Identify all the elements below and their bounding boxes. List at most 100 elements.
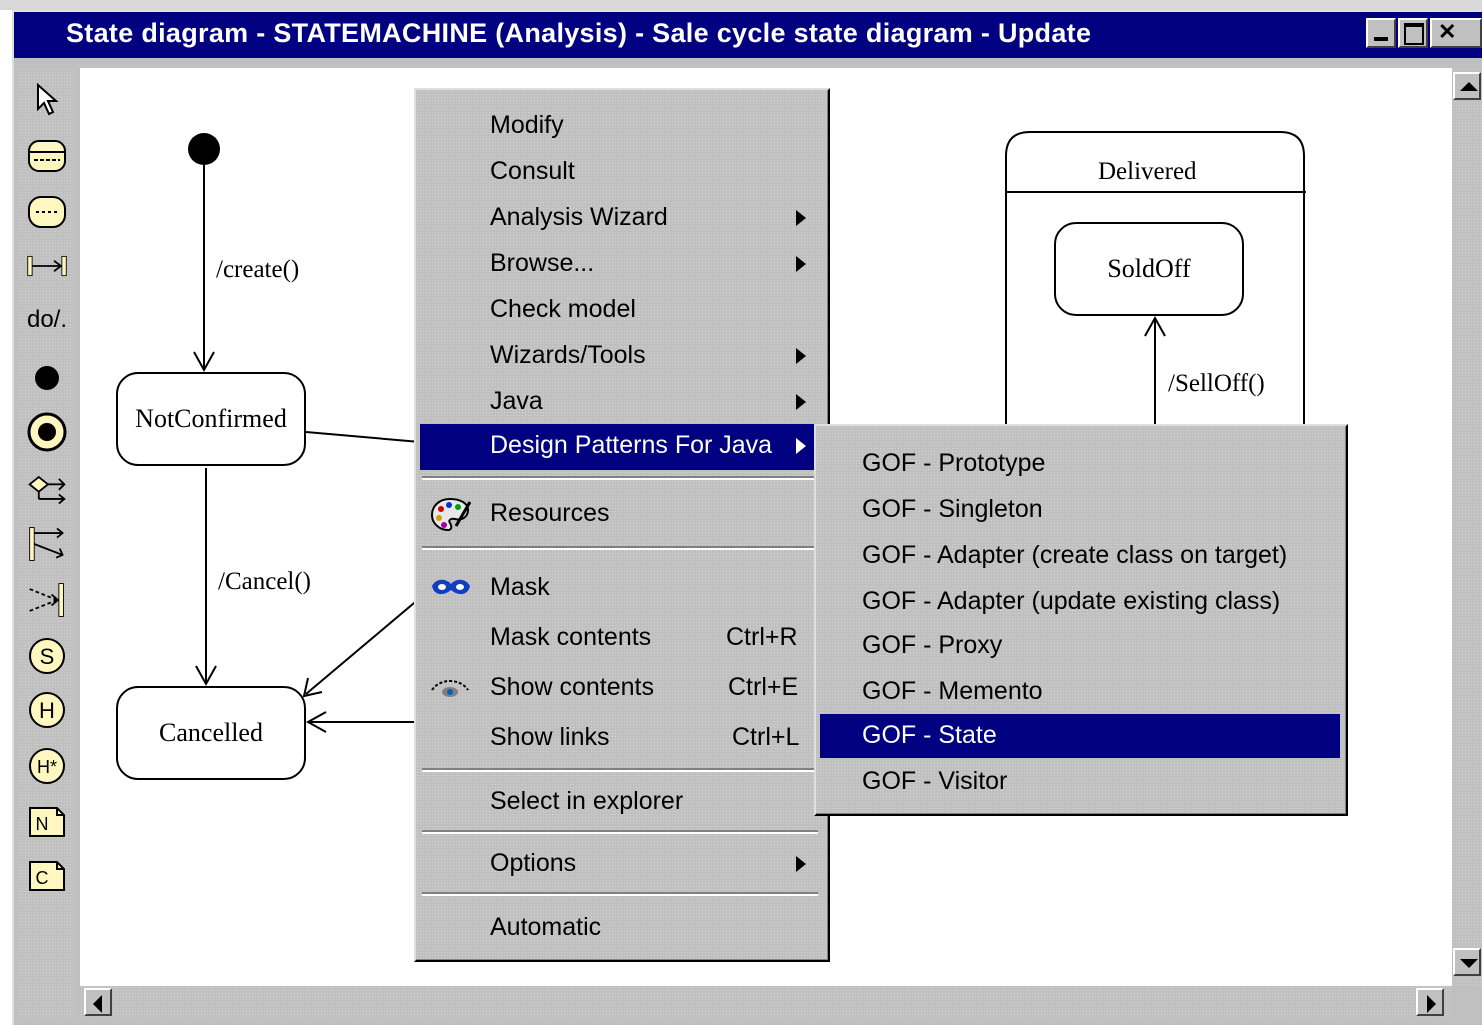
menu-item-label: Show contents (490, 673, 654, 701)
initial-state-icon[interactable] (26, 358, 68, 398)
state-cancelled[interactable]: Cancelled (116, 686, 306, 780)
submenu-item-visitor[interactable]: GOF - Visitor (820, 760, 1340, 804)
submenu-arrow-icon (796, 256, 806, 272)
submenu-arrow-icon (796, 438, 806, 454)
top-strip (0, 0, 1482, 10)
svg-text:S: S (40, 644, 55, 669)
menu-item-label: Select in explorer (490, 787, 684, 815)
submenu-item-label: GOF - State (862, 721, 997, 749)
submenu-arrow-icon (796, 210, 806, 226)
submenu-arrow-icon (796, 856, 806, 872)
state-not-confirmed[interactable]: NotConfirmed (116, 372, 306, 466)
transition-icon[interactable] (26, 246, 68, 286)
scroll-down-button[interactable] (1453, 948, 1481, 976)
menu-item-consult[interactable]: Consult (420, 150, 816, 194)
shortcut-label: Ctrl+E (728, 673, 799, 701)
scroll-up-button[interactable] (1453, 72, 1481, 100)
menu-separator (422, 830, 818, 834)
menu-item-options[interactable]: Options (420, 842, 816, 886)
maximize-icon[interactable] (1398, 18, 1428, 48)
substate-icon[interactable] (26, 192, 68, 232)
mask-icon (430, 576, 472, 607)
menu-item-resources[interactable]: Resources (420, 492, 816, 536)
do-action-icon[interactable]: do/. (26, 300, 68, 340)
shallow-history-s-icon[interactable]: S (26, 636, 68, 676)
selloff-transition-label: /SellOff() (1168, 370, 1265, 397)
menu-separator (422, 546, 818, 550)
deep-history-h-star-icon[interactable]: H* (26, 746, 68, 786)
vertical-scrollbar[interactable] (1452, 68, 1482, 986)
menu-separator (422, 892, 818, 896)
menu-item-label: Analysis Wizard (490, 203, 668, 231)
menu-item-check-model[interactable]: Check model (420, 288, 816, 332)
context-menu: Modify Consult Analysis Wizard Browse...… (414, 88, 830, 962)
join-icon[interactable] (26, 580, 68, 620)
svg-text:H*: H* (37, 757, 57, 777)
menu-item-select-in-explorer[interactable]: Select in explorer (420, 780, 816, 824)
submenu-item-adapter-update[interactable]: GOF - Adapter (update existing class) (820, 580, 1340, 624)
submenu-item-label: GOF - Memento (862, 677, 1043, 705)
state-icon[interactable] (26, 136, 68, 176)
menu-item-label: Design Patterns For Java (490, 431, 773, 459)
menu-item-show-contents[interactable]: Show contents Ctrl+E (420, 666, 816, 710)
menu-item-label: Consult (490, 157, 575, 185)
initial-state-dot (188, 133, 220, 165)
note-icon[interactable]: N (26, 802, 68, 842)
scroll-right-button[interactable] (1416, 988, 1444, 1016)
menu-item-label: Browse... (490, 249, 595, 277)
condition-icon[interactable] (26, 468, 68, 508)
menu-item-modify[interactable]: Modify (420, 104, 816, 148)
menu-item-automatic[interactable]: Automatic (420, 906, 816, 950)
state-delivered-label: Delivered (1098, 158, 1197, 185)
minimize-icon[interactable] (1366, 18, 1396, 48)
menu-item-show-links[interactable]: Show links Ctrl+L (420, 716, 816, 760)
final-state-icon[interactable] (26, 412, 68, 452)
scroll-left-button[interactable] (84, 988, 112, 1016)
pointer-icon[interactable] (26, 80, 68, 120)
menu-item-label: Options (490, 849, 577, 877)
state-cancelled-label: Cancelled (159, 718, 263, 747)
submenu-item-label: GOF - Adapter (create class on target) (862, 541, 1288, 569)
submenu-item-proxy[interactable]: GOF - Proxy (820, 624, 1340, 668)
submenu-item-state[interactable]: GOF - State (820, 714, 1340, 758)
show-eye-icon (430, 676, 470, 707)
title-bar: State diagram - STATEMACHINE (Analysis) … (14, 12, 1482, 58)
svg-text:C: C (36, 868, 49, 888)
horizontal-scrollbar[interactable] (80, 986, 1452, 1018)
create-transition-label: /create() (216, 256, 300, 283)
submenu-arrow-icon (796, 348, 806, 364)
constraint-icon[interactable]: C (26, 856, 68, 896)
tool-palette: do/. S H H* N C (18, 68, 76, 1018)
close-icon[interactable]: ✕ (1430, 18, 1482, 48)
menu-item-mask[interactable]: Mask (420, 566, 816, 610)
submenu-item-singleton[interactable]: GOF - Singleton (820, 488, 1340, 532)
menu-item-label: Java (490, 387, 543, 415)
state-not-confirmed-label: NotConfirmed (135, 404, 287, 433)
do-action-label: do/. (26, 306, 68, 333)
submenu-item-prototype[interactable]: GOF - Prototype (820, 442, 1340, 486)
fork-icon[interactable] (26, 524, 68, 564)
submenu-item-memento[interactable]: GOF - Memento (820, 670, 1340, 714)
submenu-item-adapter-create[interactable]: GOF - Adapter (create class on target) (820, 534, 1340, 578)
history-h-icon[interactable]: H (26, 690, 68, 730)
menu-item-mask-contents[interactable]: Mask contents Ctrl+R (420, 616, 816, 660)
design-patterns-submenu: GOF - Prototype GOF - Singleton GOF - Ad… (814, 424, 1348, 816)
menu-separator (422, 768, 818, 772)
menu-item-design-patterns-java[interactable]: Design Patterns For Java (420, 424, 816, 470)
menu-item-browse[interactable]: Browse... (420, 242, 816, 286)
svg-text:N: N (36, 814, 49, 834)
menu-item-wizards-tools[interactable]: Wizards/Tools (420, 334, 816, 378)
menu-item-analysis-wizard[interactable]: Analysis Wizard (420, 196, 816, 240)
menu-item-java[interactable]: Java (420, 380, 816, 424)
menu-item-label: Show links (490, 723, 610, 751)
menu-item-label: Mask contents (490, 623, 652, 651)
submenu-arrow-icon (796, 394, 806, 410)
menu-item-label: Modify (490, 111, 564, 139)
menu-item-label: Wizards/Tools (490, 341, 646, 369)
state-sold-off-label: SoldOff (1107, 254, 1191, 283)
state-sold-off[interactable]: SoldOff (1054, 222, 1244, 316)
palette-icon (430, 496, 472, 541)
menu-item-label: Resources (490, 499, 610, 527)
shortcut-label: Ctrl+L (732, 723, 800, 751)
menu-separator (422, 476, 818, 480)
